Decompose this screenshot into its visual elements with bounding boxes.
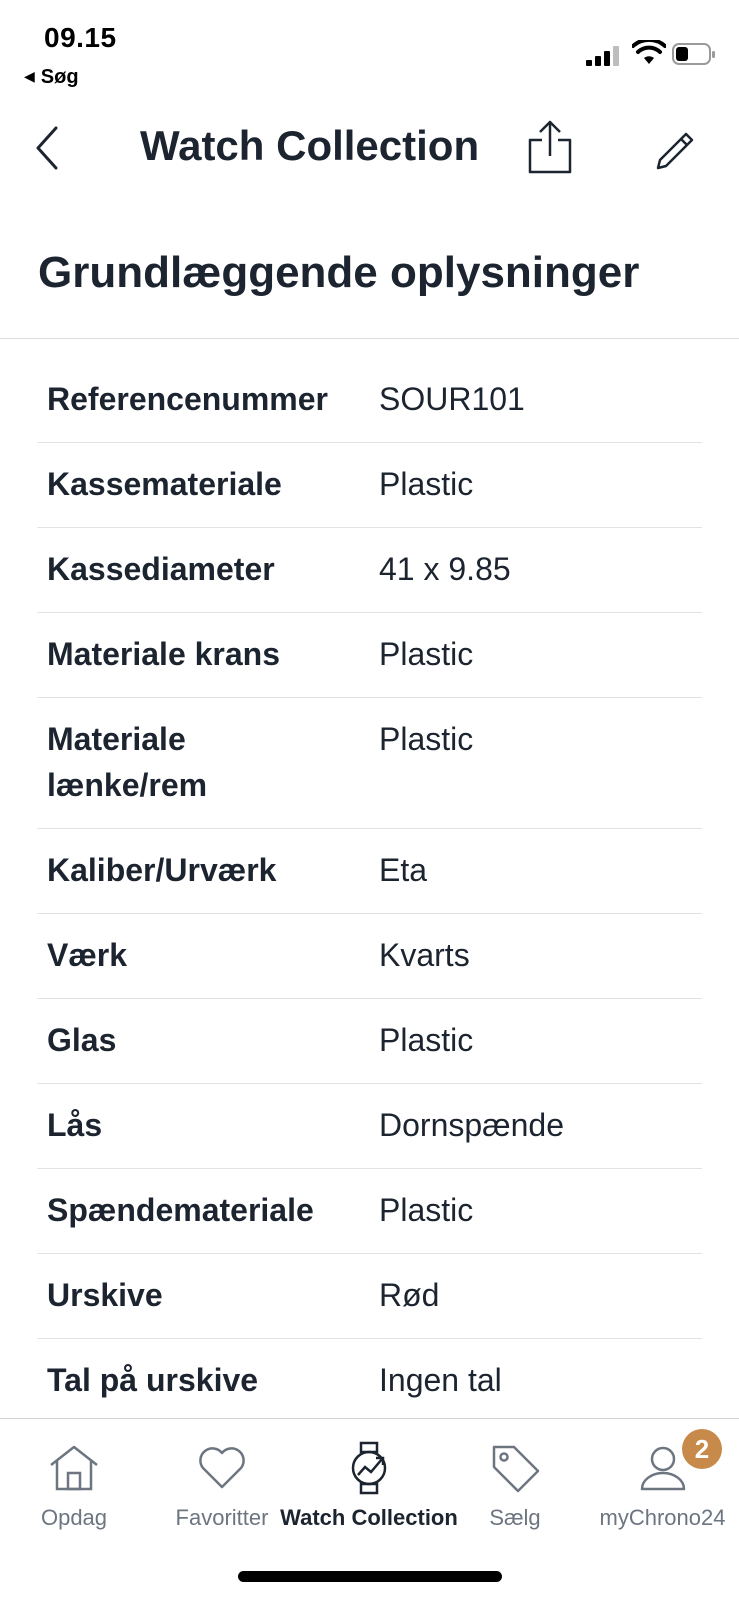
tab-opdag[interactable]: Opdag [14,1419,134,1539]
tab-label: Favoritter [175,1505,269,1530]
detail-row: Glas Plastic [37,999,702,1084]
detail-row: Materiale krans Plastic [37,613,702,698]
tab-saelg[interactable]: Sælg [460,1419,570,1539]
heart-icon [199,1447,245,1489]
detail-label: Referencenummer [47,381,328,417]
tab-favoritter[interactable]: Favoritter [162,1419,282,1539]
tag-icon [492,1445,540,1493]
detail-value: Plastic [379,721,474,757]
detail-value: Eta [379,852,428,888]
back-to-search-link[interactable]: ◀ Søg [24,66,79,89]
detail-value: Plastic [379,636,474,672]
detail-label: Kassemateriale [47,466,282,502]
detail-value: Plastic [379,1192,474,1228]
detail-label: Værk [47,937,128,973]
detail-label: Spændemateriale [47,1192,314,1228]
status-time: 09.15 [44,22,117,53]
tab-watch-collection[interactable]: Watch Collection [274,1419,464,1539]
detail-value: 41 x 9.85 [379,551,511,587]
section-divider [0,338,739,339]
detail-row: Materiale lænke/rem Plastic [37,698,702,829]
detail-row: Kassediameter 41 x 9.85 [37,528,702,613]
tab-label: myChrono24 [599,1505,726,1530]
details-table: Referencenummer SOUR101 Kassemateriale Pla… [37,358,702,1424]
battery-icon [672,43,715,65]
cellular-signal-icon [586,46,619,66]
detail-value: Ingen tal [379,1362,502,1398]
detail-value: Rød [379,1277,440,1313]
share-icon[interactable] [526,118,574,176]
detail-value: Dornspænde [379,1107,564,1143]
detail-row: Referencenummer SOUR101 [37,358,702,443]
detail-row: Urskive Rød [37,1254,702,1339]
tab-label: Opdag [40,1505,108,1530]
back-triangle-icon: ◀ [24,68,35,84]
navigation-bar: Watch Collection [0,110,739,190]
detail-label: Tal på urskive [47,1362,259,1398]
detail-label: Urskive [47,1277,163,1313]
home-icon [50,1445,98,1491]
detail-row: Lås Dornspænde [37,1084,702,1169]
back-chevron-icon[interactable] [30,124,66,172]
back-app-label: Søg [40,66,79,88]
tab-label: Sælg [489,1505,541,1530]
notification-badge: 2 [682,1429,722,1469]
detail-value: Plastic [379,466,474,502]
detail-row: Kaliber/Urværk Eta [37,829,702,914]
edit-pencil-icon[interactable] [650,124,700,174]
home-indicator [238,1571,502,1582]
detail-value: Kvarts [379,937,470,973]
watch-icon [351,1441,387,1495]
detail-label: Materiale krans [47,636,281,672]
status-bar: 09.15 ◀ Søg [0,0,739,100]
page-title: Watch Collection [140,122,480,169]
detail-label: Glas [47,1022,117,1058]
detail-row: Tal på urskive Ingen tal [37,1339,702,1424]
detail-row: Spændemateriale Plastic [37,1169,702,1254]
tab-label: Watch Collection [280,1505,458,1530]
detail-value: SOUR101 [379,381,525,417]
wifi-icon [632,40,666,64]
detail-row: Værk Kvarts [37,914,702,999]
detail-label: Lås [47,1107,103,1143]
section-heading: Grundlæggende oplysninger [38,248,640,297]
detail-row: Kassemateriale Plastic [37,443,702,528]
detail-value: Plastic [379,1022,474,1058]
detail-label: Materiale lænke/rem [47,721,208,803]
tab-mychrono24[interactable]: myChrono24 2 [590,1419,735,1539]
detail-label: Kaliber/Urværk [47,852,277,888]
detail-label: Kassediameter [47,551,275,587]
